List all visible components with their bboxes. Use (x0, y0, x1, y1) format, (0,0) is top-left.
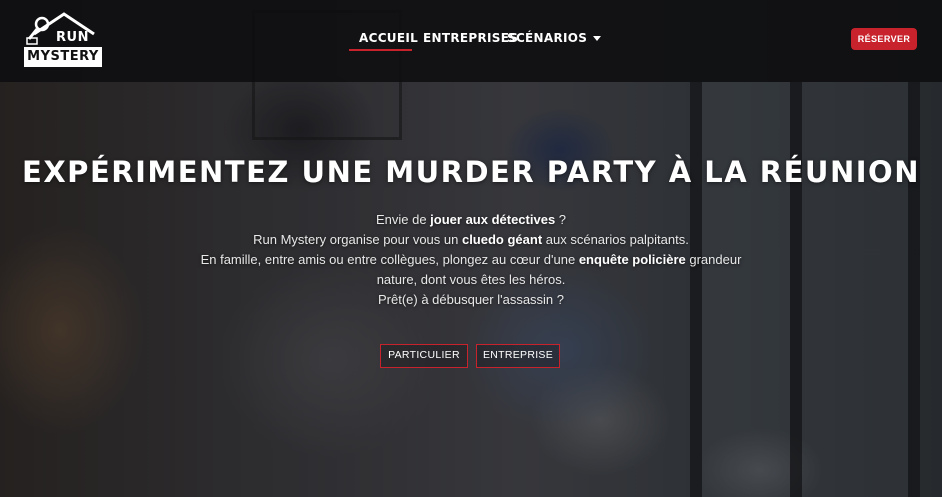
hero-line-3-end: grandeur (685, 252, 742, 267)
hero-line-1-text: Envie de (375, 212, 431, 227)
particulier-button[interactable]: PARTICULIER (380, 344, 468, 368)
hero-title: EXPÉRIMENTEZ UNE MURDER PARTY À LA RÉUNI… (22, 155, 920, 189)
hero-line-3: En famille, entre amis ou entre collègue… (0, 250, 942, 270)
hero-line-1-end: ? (555, 212, 567, 227)
hero-line-5: Prêt(e) à débusquer l'assassin ? (377, 292, 565, 307)
hero-line-2-bold: cluedo géant (461, 232, 543, 247)
nav-item-scenarios[interactable]: SCÉNARIOS (507, 31, 602, 45)
active-nav-indicator (349, 49, 412, 51)
entreprise-button[interactable]: ENTREPRISE (476, 344, 560, 368)
hero-line-4: nature, dont vous êtes les héros. (376, 272, 566, 287)
hero-line-3-text: En famille, entre amis ou entre collègue… (200, 252, 579, 267)
hero-description: Envie de jouer aux détectives ? Run Myst… (0, 210, 942, 310)
nav-item-scenarios-label: SCÉNARIOS (507, 31, 588, 45)
hero-line-1-bold: jouer aux détectives (430, 212, 556, 227)
site-header: RUN MYSTERY ACCUEIL ENTREPRISES SCÉNARIO… (0, 0, 942, 82)
hero-line-1: Envie de jouer aux détectives ? (0, 210, 942, 230)
main-nav: ACCUEIL ENTREPRISES SCÉNARIOS (0, 31, 942, 51)
nav-item-accueil[interactable]: ACCUEIL (359, 31, 418, 45)
chevron-down-icon (593, 36, 602, 41)
nav-item-entreprises[interactable]: ENTREPRISES (423, 31, 518, 45)
hero-line-2-end: aux scénarios palpitants. (542, 232, 689, 247)
reserve-button[interactable]: RÉSERVER (851, 28, 917, 50)
hero-line-2-text: Run Mystery organise pour vous un (253, 232, 462, 247)
hero-line-2: Run Mystery organise pour vous un cluedo… (0, 230, 942, 250)
hero-line-3-bold: enquête policière (578, 252, 686, 267)
